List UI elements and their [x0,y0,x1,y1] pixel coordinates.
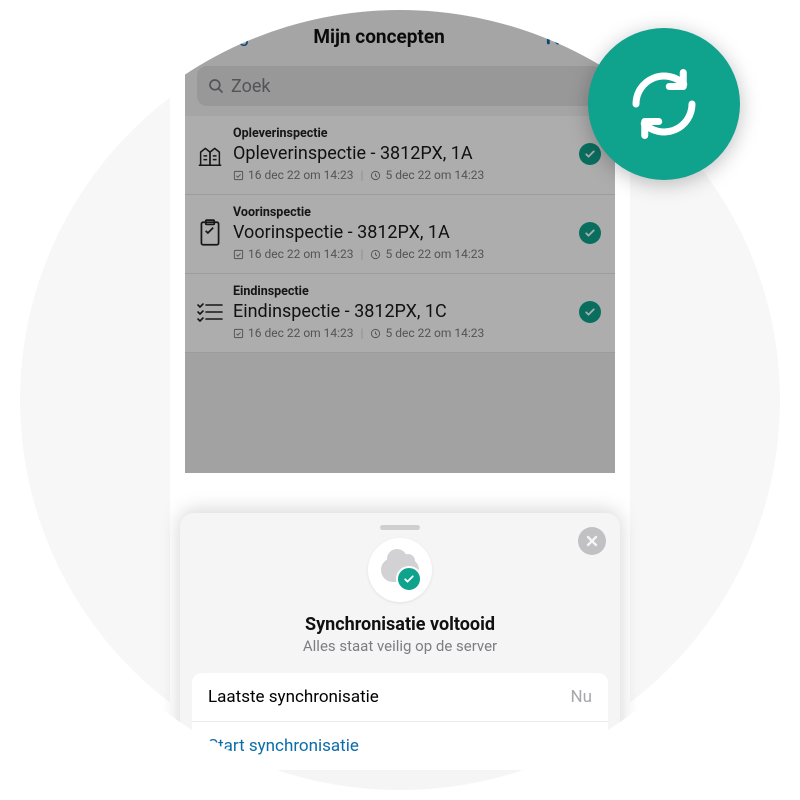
list-item-body: Voorinspectie Voorinspectie - 3812PX, 1A… [233,205,573,261]
item-category: Eindinspectie [233,284,573,299]
list-item-body: Opleverinspectie Opleverinspectie - 3812… [233,126,573,182]
item-title: Opleverinspectie - 3812PX, 1A [233,143,573,164]
page-title: Mijn concepten [219,25,539,48]
list-item-body: Eindinspectie Eindinspectie - 3812PX, 1C… [233,284,573,340]
close-button[interactable] [578,527,606,555]
sync-card: Laatste synchronisatie Nu Start synchron… [192,673,608,770]
item-meta: 16 dec 22 om 14:23 | 5 dec 22 om 14:23 [233,326,573,340]
sync-sheet: Synchronisatie voltooid Alles staat veil… [180,513,620,790]
search-icon [207,77,225,95]
list-item[interactable]: Opleverinspectie Opleverinspectie - 3812… [185,116,615,195]
check-icon [396,566,422,592]
sync-fab[interactable] [588,28,740,180]
list-item[interactable]: Voorinspectie Voorinspectie - 3812PX, 1A… [185,195,615,274]
drag-handle[interactable] [380,525,420,530]
edited-icon [233,328,244,339]
start-sync-button[interactable]: Start synchronisatie [192,721,608,770]
created-icon [370,328,381,339]
status-badge [579,222,601,244]
created-icon [370,249,381,260]
search-placeholder: Zoek [231,76,271,97]
last-sync-label: Laatste synchronisatie [208,687,379,707]
list-item[interactable]: Eindinspectie Eindinspectie - 3812PX, 1C… [185,274,615,353]
item-meta: 16 dec 22 om 14:23 | 5 dec 22 om 14:23 [233,247,573,261]
last-sync-value: Nu [571,687,593,707]
search-bar: Zoek [185,62,615,116]
app-screen: Wijzig Mijn concepten Zoek [185,10,615,473]
concepts-list: Opleverinspectie Opleverinspectie - 3812… [185,116,615,353]
item-title: Voorinspectie - 3812PX, 1A [233,222,573,243]
sheet-subtitle: Alles staat veilig op de server [180,637,620,655]
last-sync-row: Laatste synchronisatie Nu [192,673,608,721]
sheet-title: Synchronisatie voltooid [180,614,620,635]
item-category: Opleverinspectie [233,126,573,141]
status-badge [579,143,601,165]
edited-icon [233,249,244,260]
sync-status-badge[interactable] [579,23,605,49]
status-badge [579,301,601,323]
nav-bar: Wijzig Mijn concepten [185,10,615,62]
edited-icon [233,170,244,181]
checklist-icon [187,298,233,326]
building-icon [187,139,233,169]
created-icon [370,170,381,181]
item-title: Eindinspectie - 3812PX, 1C [233,301,573,322]
clipboard-icon [187,218,233,248]
item-category: Voorinspectie [233,205,573,220]
close-icon [585,534,599,548]
sort-button[interactable] [539,22,567,50]
item-meta: 16 dec 22 om 14:23 | 5 dec 22 om 14:23 [233,168,573,182]
sort-arrows-icon [539,22,567,50]
sync-icon [622,62,706,146]
search-input[interactable]: Zoek [197,66,603,106]
cloud-status-icon [368,538,432,602]
